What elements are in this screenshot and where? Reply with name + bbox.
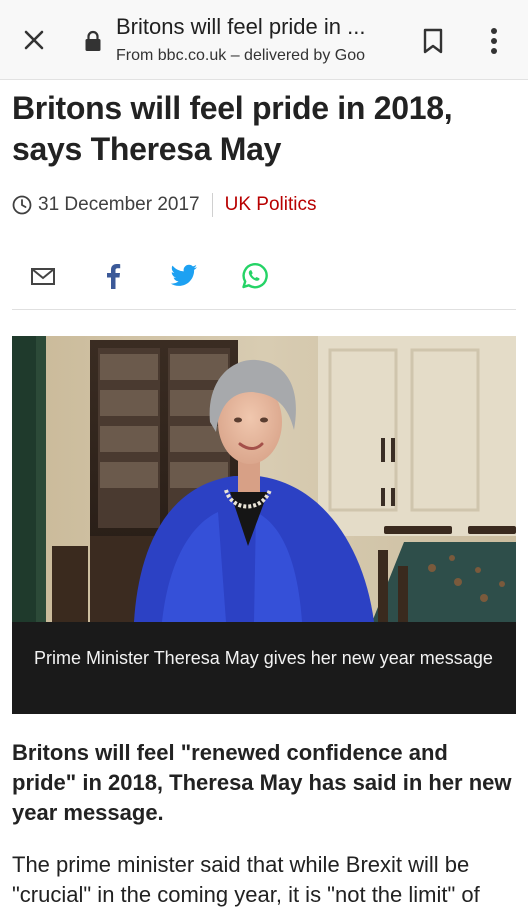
whatsapp-icon (242, 263, 268, 289)
article-figure: Prime Minister Theresa May gives her new… (12, 336, 516, 714)
email-icon (31, 268, 55, 285)
share-bar (0, 256, 528, 296)
more-options-button[interactable] (482, 26, 506, 56)
share-email-button[interactable] (27, 260, 59, 292)
share-divider (12, 309, 516, 310)
article-date: 31 December 2017 (38, 194, 200, 215)
close-icon (24, 30, 44, 50)
share-whatsapp-button[interactable] (238, 260, 270, 292)
lock-icon (85, 30, 101, 51)
bookmark-button[interactable] (418, 26, 448, 56)
share-twitter-button[interactable] (168, 260, 200, 292)
article-lede: Britons will feel "renewed confidence an… (12, 740, 512, 825)
share-facebook-button[interactable] (97, 260, 129, 292)
article-headline: Britons will feel pride in 2018, says Th… (12, 90, 453, 167)
meta-divider (211, 193, 213, 217)
article-photo (12, 336, 516, 622)
page-title: Britons will feel pride in ... (116, 14, 366, 39)
twitter-icon (170, 264, 197, 286)
close-button[interactable] (20, 26, 48, 54)
more-vert-icon (491, 28, 497, 54)
page-source: From bbc.co.uk – delivered by Goo (116, 47, 366, 64)
facebook-icon (107, 264, 121, 289)
bookmark-icon (423, 28, 443, 54)
article-body: The prime minister said that while Brexi… (12, 852, 480, 907)
clock-icon (12, 195, 32, 215)
browser-toolbar: Britons will feel pride in ... From bbc.… (0, 0, 528, 80)
section-link[interactable]: UK Politics (225, 194, 317, 216)
article-meta: 31 December 2017 UK Politics (12, 192, 316, 218)
photo-caption: Prime Minister Theresa May gives her new… (12, 622, 516, 714)
